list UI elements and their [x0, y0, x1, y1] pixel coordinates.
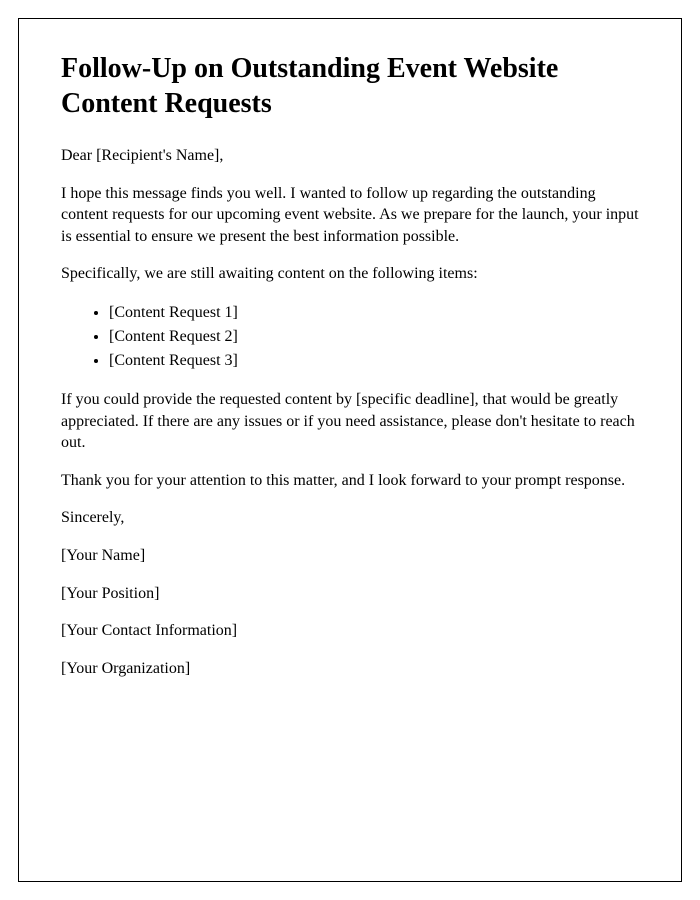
signature-position: [Your Position]: [61, 583, 639, 605]
salutation: Dear [Recipient's Name],: [61, 145, 639, 167]
list-intro-paragraph: Specifically, we are still awaiting cont…: [61, 263, 639, 285]
list-item: [Content Request 3]: [109, 349, 639, 373]
list-item: [Content Request 2]: [109, 325, 639, 349]
document-container: Follow-Up on Outstanding Event Website C…: [18, 18, 682, 882]
signature-contact: [Your Contact Information]: [61, 620, 639, 642]
list-item: [Content Request 1]: [109, 301, 639, 325]
deadline-paragraph: If you could provide the requested conte…: [61, 389, 639, 454]
thanks-paragraph: Thank you for your attention to this mat…: [61, 470, 639, 492]
content-request-list: [Content Request 1] [Content Request 2] …: [109, 301, 639, 373]
signature-name: [Your Name]: [61, 545, 639, 567]
signature-organization: [Your Organization]: [61, 658, 639, 680]
document-title: Follow-Up on Outstanding Event Website C…: [61, 51, 639, 121]
closing: Sincerely,: [61, 507, 639, 529]
intro-paragraph: I hope this message finds you well. I wa…: [61, 183, 639, 248]
